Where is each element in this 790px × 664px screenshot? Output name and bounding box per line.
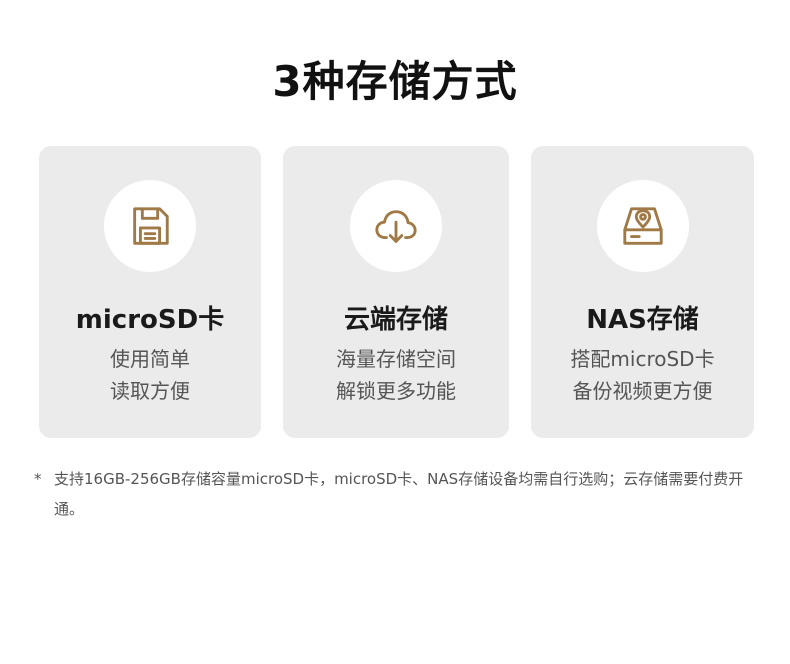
card-desc-line: 搭配microSD卡 bbox=[570, 347, 715, 371]
card-nas: NAS存储 搭配microSD卡 备份视频更方便 bbox=[531, 146, 754, 438]
hard-drive-location-icon bbox=[622, 207, 663, 245]
card-title: NAS存储 bbox=[586, 305, 699, 335]
card-microsd: microSD卡 使用简单 读取方便 bbox=[39, 146, 261, 438]
footnote-text: 支持16GB-256GB存储容量microSD卡，microSD卡、NAS存储设… bbox=[54, 470, 744, 518]
footnote-marker: * bbox=[34, 470, 42, 488]
card-title: 云端存储 bbox=[343, 305, 448, 335]
floppy-disk-icon bbox=[133, 207, 169, 245]
card-desc-line: 海量存储空间 bbox=[336, 347, 456, 371]
card-title: microSD卡 bbox=[75, 305, 225, 335]
page-title: 3种存储方式 bbox=[272, 57, 518, 106]
icon-badge bbox=[350, 180, 442, 272]
icon-badge bbox=[596, 180, 689, 272]
icon-badge bbox=[104, 180, 196, 272]
card-cloud: 云端存储 海量存储空间 解锁更多功能 bbox=[283, 146, 509, 438]
card-desc-line: 解锁更多功能 bbox=[336, 379, 456, 403]
cloud-download-icon bbox=[375, 210, 417, 243]
card-desc-line: 备份视频更方便 bbox=[572, 379, 713, 403]
footnote: * 支持16GB-256GB存储容量microSD卡，microSD卡、NAS存… bbox=[34, 464, 754, 524]
card-desc-line: 读取方便 bbox=[110, 379, 190, 403]
card-desc-line: 使用简单 bbox=[110, 347, 190, 371]
